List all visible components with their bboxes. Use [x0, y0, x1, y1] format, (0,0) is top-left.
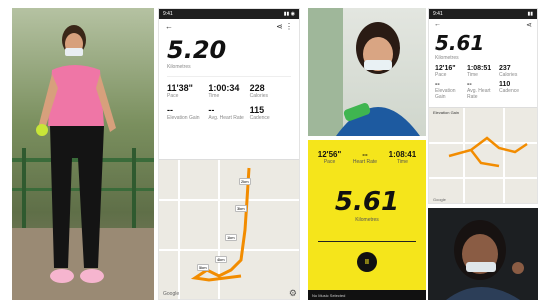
photo-runner-night [428, 208, 538, 300]
runner-pink-illustration [12, 25, 154, 300]
runner-night-illustration [446, 220, 524, 300]
runner-blue-illustration [308, 8, 420, 136]
route-map[interactable]: 2km 3km 1km 4km 5km Google ⚙ [159, 159, 299, 299]
map-settings-icon[interactable]: ⚙ [289, 288, 297, 299]
km-marker: 4km [215, 256, 227, 263]
km-marker: 2km [239, 178, 251, 185]
stats-grid: 11'38" Pace 1:00:34 Time 228 Calories -- Ele… [167, 83, 270, 121]
distance-value: 5.20 [167, 36, 227, 64]
km-marker: 1km [225, 234, 237, 241]
back-arrow-icon[interactable]: ← [434, 21, 441, 29]
more-icon[interactable]: ⋮ [285, 22, 293, 31]
route-map-2[interactable]: Elevation Gain Google [429, 107, 537, 203]
status-bar: 9:41 ▮▮ [429, 9, 537, 19]
run-summary-screen-2: 9:41 ▮▮ ← ⋖ 5.61 Kilometres 12'16" Pace 1:… [428, 8, 538, 204]
active-distance: 5.61 [334, 187, 400, 217]
pause-button[interactable]: II [357, 252, 377, 272]
km-marker: 3km [235, 205, 247, 212]
music-footer[interactable]: No Music Selected [308, 290, 426, 300]
map-title: Elevation Gain [433, 110, 460, 115]
photo-runner-blue [308, 8, 426, 136]
photo-runner-pink [12, 8, 154, 300]
route-svg [159, 160, 299, 299]
stats-grid: 12'16" Pace 1:08:51 Time 237 Calories -- Ele… [435, 65, 520, 100]
run-summary-screen-1: 9:41 ▮▮ ◉ ← ⋖ ⋮ 5.20 Kilometres 11'38" Pac… [158, 8, 300, 300]
map-brand-label: Google [433, 197, 446, 202]
share-icon[interactable]: ⋖ [526, 21, 532, 29]
back-arrow-icon[interactable]: ← [165, 22, 173, 31]
active-run-screen: 12'56" Pace -- Heart Rate 1:08:41 Time 5.61… [308, 140, 426, 300]
km-marker: 5km [197, 264, 209, 271]
bottle [36, 124, 48, 136]
status-bar: 9:41 ▮▮ ◉ [159, 9, 299, 19]
route-svg-2 [429, 108, 537, 203]
distance-unit: Kilometres [167, 64, 191, 70]
share-icon[interactable]: ⋖ [276, 22, 283, 31]
map-brand-label: Google [163, 291, 180, 297]
